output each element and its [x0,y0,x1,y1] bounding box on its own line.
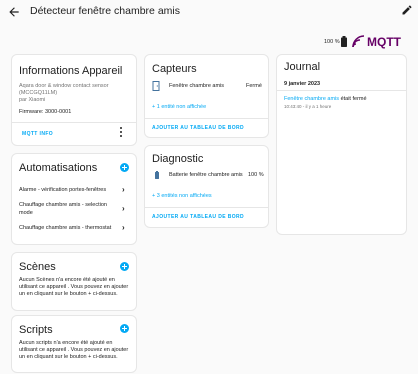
scenes-empty-text: utilisant ce appareil . Vous pouvez en a… [19,284,129,290]
journal-entry-time: 10:43:40 - il y a 1 heure [284,104,332,109]
add-to-dashboard-button[interactable]: AJOUTER AU TABLEAU DE BORD [152,125,244,131]
journal-entry: Fenêtre chambre amis était fermé [284,96,367,103]
top-app-bar: Détecteur fenêtre chambre amis [0,0,418,26]
scenes-card: Scènes Aucun Scènes n'a encore été ajout… [11,252,137,311]
battery-icon [155,171,159,179]
automation-item[interactable]: Alarme - vérification portes-fenêtres [19,187,106,194]
sensor-entity-name[interactable]: Fenêtre chambre amis [169,83,224,90]
chevron-right-icon[interactable]: › [122,204,125,213]
scripts-card: Scripts Aucun scripts n'a encore été ajo… [11,315,137,373]
card-title: Informations Appareil [19,65,123,77]
add-script-icon[interactable] [120,324,129,333]
add-scene-icon[interactable] [120,262,129,271]
device-info-card: Informations Appareil Aqara door & windo… [11,54,137,146]
device-model: Aqara door & window contact sensor [19,83,109,89]
journal-card: Journal 9 janvier 2023 Fenêtre chambre a… [276,54,407,235]
journal-entity-link[interactable]: Fenêtre chambre amis [284,96,339,102]
scripts-empty-text: utilisant ce appareil . Vous pouvez en a… [19,347,129,353]
diagnostic-entity-name[interactable]: Batterie fenêtre chambre amis [169,172,243,179]
mqtt-logo-text: MQTT [367,35,401,49]
chevron-right-icon[interactable]: › [122,223,125,232]
door-icon [152,81,160,91]
automation-item[interactable]: Chauffage chambre amis - thermostat [19,225,111,232]
card-title: Diagnostic [152,153,204,165]
add-automation-icon[interactable] [120,163,129,172]
more-options-icon[interactable] [118,126,124,138]
device-manufacturer: par Xiaomi [19,97,46,103]
journal-entry-text: était fermé [340,96,367,102]
sensors-card: Capteurs Fenêtre chambre amis Fermé + 1 … [144,54,269,138]
scripts-empty-text: Aucun scripts n'a encore été ajouté en [19,340,113,346]
automation-item-cont[interactable]: mode [19,210,33,217]
scenes-empty-text: un en cliquant sur le bouton + ci-dessus… [19,291,118,297]
mqtt-logo-icon [352,35,365,48]
diagnostic-card: Diagnostic Batterie fenêtre chambre amis… [144,145,269,228]
battery-level: 100 % [324,39,340,45]
scenes-empty-text: Aucun Scènes n'a encore été ajouté en [19,277,115,283]
add-to-dashboard-button[interactable]: AJOUTER AU TABLEAU DE BORD [152,214,244,220]
card-title: Journal [284,61,321,73]
device-model-code: (MCCGQ11LM) [19,90,58,96]
sensor-entity-state: Fermé [246,83,262,89]
hidden-entities-link[interactable]: + 1 entité non affichée [152,104,206,110]
pencil-icon[interactable] [401,4,413,16]
scripts-empty-text: un en cliquant sur le bouton + ci-dessus… [19,354,118,360]
card-title: Scènes [19,261,56,273]
automation-item[interactable]: Chauffage chambre amis - selection [19,202,107,209]
device-firmware: Firmware: 3000-0001 [19,109,72,115]
hidden-entities-link[interactable]: + 3 entités non affichées [152,193,212,199]
journal-date: 9 janvier 2023 [284,81,321,87]
page-title: Détecteur fenêtre chambre amis [30,5,180,17]
chevron-right-icon[interactable]: › [122,185,125,194]
card-title: Capteurs [152,63,197,75]
battery-icon [341,36,347,47]
back-arrow-icon[interactable] [7,5,21,19]
card-title: Automatisations [19,162,98,174]
mqtt-info-button[interactable]: MQTT INFO [22,131,53,137]
card-title: Scripts [19,324,53,336]
diagnostic-entity-state: 100 % [248,172,264,178]
automations-card: Automatisations Alarme - vérification po… [11,153,137,245]
